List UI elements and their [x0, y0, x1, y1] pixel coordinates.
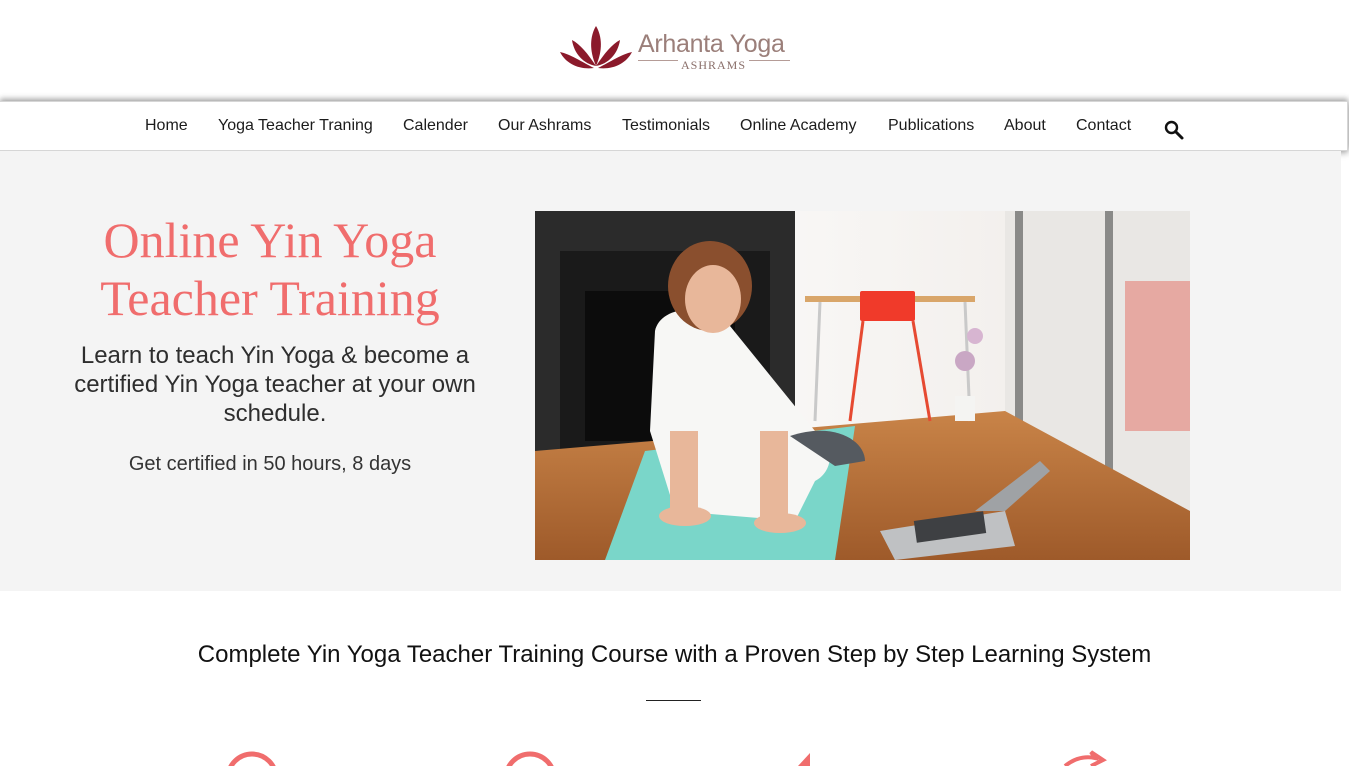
- lotus-icon: [560, 26, 632, 69]
- nav-item-online-academy[interactable]: Online Academy: [740, 117, 857, 135]
- nav-item-contact[interactable]: Contact: [1076, 117, 1131, 135]
- main-navigation: Home Yoga Teacher Traning Calender Our A…: [0, 101, 1348, 151]
- course-section-title: Complete Yin Yoga Teacher Training Cours…: [197, 641, 1152, 668]
- brand-subtitle: ASHRAMS: [678, 58, 750, 73]
- section-divider: [646, 700, 701, 701]
- hero-photo-yoga-student: [535, 211, 1190, 560]
- nav-item-about[interactable]: About: [1004, 117, 1046, 135]
- nav-item-publications[interactable]: Publications: [888, 117, 974, 135]
- hero-section: Online Yin Yoga Teacher Training Learn t…: [0, 151, 1341, 591]
- nav-item-our-ashrams[interactable]: Our Ashrams: [498, 117, 591, 135]
- brand-name: Arhanta Yoga: [638, 30, 785, 58]
- hero-certification-text: Get certified in 50 hours, 8 days: [128, 453, 412, 475]
- step-one-icon: [228, 751, 276, 766]
- step-four-icon: [1063, 750, 1107, 766]
- hero-subtitle: Learn to teach Yin Yoga & become a certi…: [74, 342, 476, 427]
- search-icon[interactable]: [1163, 119, 1185, 141]
- site-header: Arhanta Yoga ASHRAMS: [0, 0, 1349, 100]
- nav-item-testimonials[interactable]: Testimonials: [622, 117, 710, 135]
- nav-item-calendar[interactable]: Calender: [403, 117, 468, 135]
- step-three-icon: [798, 753, 810, 766]
- hero-photo-illustration: [535, 211, 1190, 560]
- nav-item-yoga-teacher-training[interactable]: Yoga Teacher Traning: [218, 117, 373, 135]
- nav-item-home[interactable]: Home: [145, 117, 188, 135]
- step-two-icon: [506, 751, 554, 766]
- hero-title: Online Yin Yoga Teacher Training: [100, 212, 440, 326]
- brand-logo[interactable]: Arhanta Yoga ASHRAMS: [558, 24, 798, 74]
